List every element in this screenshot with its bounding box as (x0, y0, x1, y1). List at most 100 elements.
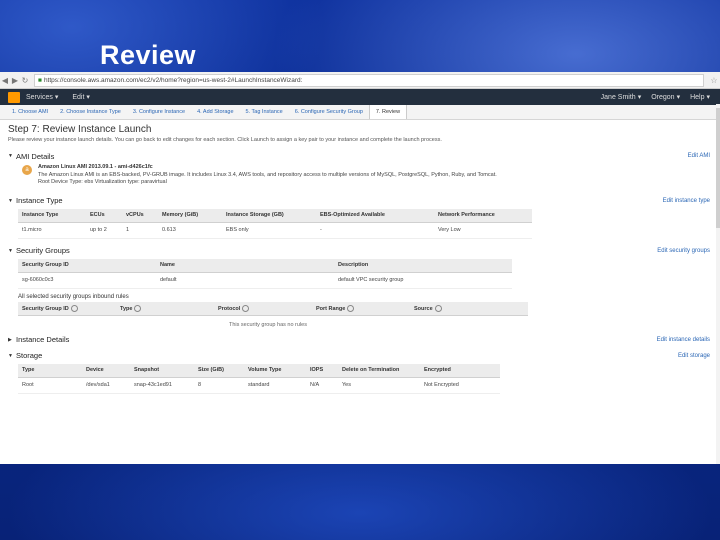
instance-type-table: Instance Type ECUs vCPUs Memory (GiB) In… (18, 208, 532, 239)
security-groups-section: ▼ Security Groups Edit security groups S… (8, 245, 712, 328)
table-cell: Yes (338, 377, 420, 394)
chevron-down-icon: ▾ (637, 94, 642, 101)
inbound-rules-table: Security Group ID Type Protocol Port Ran… (18, 301, 528, 316)
address-text: https://console.aws.amazon.com/ec2/v2/ho… (43, 76, 303, 84)
help-menu[interactable]: Help ▾ (690, 93, 710, 102)
collapse-triangle-icon: ▼ (8, 197, 13, 204)
table-row: sg-6060c0c3 default default VPC security… (18, 272, 512, 289)
info-icon[interactable] (347, 304, 355, 312)
column-header: Device (82, 363, 130, 378)
column-header: Source (410, 301, 528, 316)
info-icon[interactable] (434, 304, 442, 312)
collapse-triangle-icon: ▼ (8, 153, 13, 159)
column-header: Protocol (214, 301, 312, 316)
table-cell: up to 2 (86, 222, 122, 239)
collapse-triangle-icon: ▼ (8, 247, 13, 254)
slide-title: Review (100, 40, 197, 70)
wizard-step-security-group[interactable]: 6. Configure Security Group (289, 105, 369, 119)
edit-label: Edit (72, 93, 85, 101)
edit-menu[interactable]: Edit ▾ (72, 93, 90, 102)
column-header: Memory (GiB) (158, 208, 222, 223)
region-menu[interactable]: Oregon ▾ (651, 93, 681, 102)
table-row: Root /dev/sda1 snap-43c1ed91 8 standard … (18, 377, 500, 394)
edit-ami-link[interactable]: Edit AMI (688, 153, 710, 159)
table-cell: standard (244, 377, 306, 394)
ami-root-device: Root Device Type: ebs Virtualization typ… (38, 179, 167, 185)
instance-type-toggle[interactable]: ▼ Instance Type (8, 196, 63, 205)
instance-details-toggle[interactable]: ▶ Instance Details (8, 335, 69, 344)
edit-instance-type-link[interactable]: Edit instance type (663, 198, 710, 204)
inbound-rules-label: All selected security groups inbound rul… (18, 293, 129, 300)
chevron-down-icon: ▾ (706, 94, 710, 101)
storage-table: Type Device Snapshot Size (GiB) Volume T… (18, 363, 500, 394)
wizard-steps: 1. Choose AMI 2. Choose Instance Type 3.… (0, 105, 720, 120)
wizard-step-add-storage[interactable]: 4. Add Storage (191, 105, 239, 119)
table-cell: EBS only (222, 222, 316, 239)
wizard-step-instance-type[interactable]: 2. Choose Instance Type (54, 105, 127, 119)
column-header: Security Group ID (18, 258, 156, 273)
wizard-step-choose-ami[interactable]: 1. Choose AMI (6, 105, 54, 119)
ami-details-toggle[interactable]: ▼ AMI Details (8, 152, 54, 161)
security-groups-table: Security Group ID Name Description sg-60… (18, 258, 512, 289)
chevron-down-icon: ▾ (54, 94, 59, 101)
user-menu[interactable]: Jane Smith ▾ (601, 93, 642, 102)
region-label: Oregon (651, 93, 675, 101)
security-groups-toggle[interactable]: ▼ Security Groups (8, 246, 70, 255)
amazon-linux-icon: a (22, 165, 32, 175)
table-cell: /dev/sda1 (82, 377, 130, 394)
collapse-triangle-icon: ▼ (8, 352, 13, 359)
storage-toggle[interactable]: ▼ Storage (8, 351, 42, 360)
column-header: Name (156, 258, 334, 273)
column-header: Instance Type (18, 208, 86, 223)
info-icon[interactable] (70, 304, 78, 312)
wizard-step-configure-instance[interactable]: 3. Configure Instance (127, 105, 191, 119)
column-header: Security Group ID (18, 301, 116, 316)
address-bar[interactable]: ■ https://console.aws.amazon.com/ec2/v2/… (34, 73, 704, 87)
services-menu[interactable]: Services ▾ (26, 93, 59, 102)
main-content: Step 7: Review Instance Launch Please re… (0, 120, 720, 394)
table-cell: N/A (306, 377, 338, 394)
section-heading: Storage (16, 351, 43, 360)
column-header: Type (116, 301, 214, 316)
ami-name: Amazon Linux AMI 2013.09.1 - ami-d426c1f… (38, 164, 153, 170)
back-icon[interactable]: ◀ (0, 76, 10, 85)
wizard-step-review[interactable]: 7. Review (368, 105, 408, 119)
table-cell: - (316, 222, 434, 239)
forward-icon[interactable]: ▶ (10, 76, 20, 85)
reload-icon[interactable]: ↻ (20, 76, 30, 85)
instance-details-section: ▶ Instance Details Edit instance details (8, 334, 712, 346)
section-heading: Security Groups (16, 246, 70, 255)
star-icon[interactable]: ☆ (708, 76, 720, 85)
section-heading: Instance Details (16, 335, 70, 344)
column-header: Description (334, 258, 512, 273)
ami-details-section: ▼ AMI Details Edit AMI a Amazon Linux AM… (8, 150, 712, 187)
page-scrollbar[interactable] (716, 104, 720, 464)
column-header: IOPS (306, 363, 338, 378)
column-header: vCPUs (122, 208, 158, 223)
scrollbar-thumb[interactable] (716, 108, 720, 228)
column-header: Snapshot (130, 363, 194, 378)
edit-storage-link[interactable]: Edit storage (678, 353, 710, 359)
edit-security-groups-link[interactable]: Edit security groups (657, 248, 710, 254)
table-cell: snap-43c1ed91 (130, 377, 194, 394)
table-cell: t1.micro (18, 222, 86, 239)
info-icon[interactable] (242, 304, 250, 312)
column-header: Type (18, 363, 82, 378)
table-cell: 0.613 (158, 222, 222, 239)
aws-logo-icon[interactable] (8, 91, 20, 103)
table-cell: default VPC security group (334, 272, 512, 289)
table-cell: Root (18, 377, 82, 394)
column-header: Delete on Termination (338, 363, 420, 378)
section-heading: Instance Type (16, 196, 63, 205)
wizard-step-tag-instance[interactable]: 5. Tag Instance (240, 105, 289, 119)
info-icon[interactable] (134, 304, 142, 312)
browser-window: ◀ ▶ ↻ ■ https://console.aws.amazon.com/e… (0, 72, 720, 464)
table-cell: 1 (122, 222, 158, 239)
lock-icon: ■ (38, 76, 42, 84)
storage-section: ▼ Storage Edit storage Type Device Snaps… (8, 350, 712, 394)
edit-instance-details-link[interactable]: Edit instance details (657, 337, 710, 343)
expand-triangle-icon: ▶ (8, 336, 12, 343)
browser-toolbar: ◀ ▶ ↻ ■ https://console.aws.amazon.com/e… (0, 72, 720, 89)
table-cell: Very Low (434, 222, 532, 239)
chevron-down-icon: ▾ (676, 94, 681, 101)
